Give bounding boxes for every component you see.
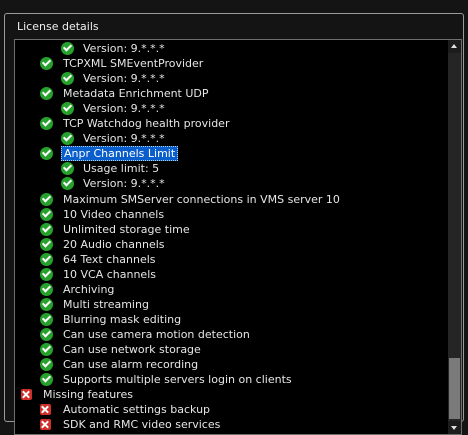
license-feature-row[interactable]: 10 VCA channels bbox=[15, 267, 448, 282]
license-feature-row[interactable]: Usage limit: 5 bbox=[15, 161, 448, 176]
check-ok-icon bbox=[61, 42, 74, 55]
license-feature-row[interactable]: TCP Watchdog health provider bbox=[15, 116, 448, 131]
check-ok-icon bbox=[40, 297, 53, 311]
check-ok-icon bbox=[40, 57, 53, 71]
feature-label: TCP Watchdog health provider bbox=[63, 117, 230, 131]
license-feature-row[interactable]: Can use alarm recording bbox=[15, 357, 448, 372]
feature-label: Multi streaming bbox=[63, 297, 149, 311]
license-tree[interactable]: Version: 9.*.*.* TCPXML SMEventProvider Ve… bbox=[14, 39, 462, 435]
check-ok-icon bbox=[40, 207, 53, 221]
license-feature-row[interactable]: TCPXML SMEventProvider bbox=[15, 56, 448, 71]
feature-label: 10 VCA channels bbox=[63, 267, 156, 281]
tree-rows: Version: 9.*.*.* TCPXML SMEventProvider Ve… bbox=[15, 40, 448, 434]
license-feature-row[interactable]: Unlimited storage time bbox=[15, 222, 448, 237]
missing-x-icon bbox=[40, 404, 51, 416]
feature-label: Metadata Enrichment UDP bbox=[63, 87, 209, 101]
license-feature-row[interactable]: Version: 9.*.*.* bbox=[15, 71, 448, 86]
check-ok-icon bbox=[40, 358, 53, 372]
check-ok-icon bbox=[40, 267, 53, 281]
license-feature-row[interactable]: Version: 9.*.*.* bbox=[15, 41, 448, 56]
check-ok-icon bbox=[40, 312, 53, 326]
check-ok-icon bbox=[40, 147, 53, 161]
selected-feature-label: Anpr Channels Limit bbox=[61, 146, 179, 162]
feature-label: Can use network storage bbox=[63, 343, 201, 356]
check-ok-icon bbox=[40, 327, 53, 341]
missing-feature-row[interactable]: Automatic settings backup bbox=[15, 402, 448, 417]
license-feature-row[interactable]: Metadata Enrichment UDP bbox=[15, 86, 448, 101]
check-ok-icon bbox=[61, 162, 74, 176]
license-feature-row[interactable]: Version: 9.*.*.* bbox=[15, 101, 448, 116]
license-feature-row[interactable]: 10 Video channels bbox=[15, 207, 448, 222]
check-ok-icon bbox=[61, 132, 74, 146]
missing-feature-row[interactable]: Missing features bbox=[15, 387, 448, 402]
feature-label: Version: 9.*.*.* bbox=[83, 42, 165, 55]
license-feature-row[interactable]: Version: 9.*.*.* bbox=[15, 176, 448, 191]
feature-label: Can use camera motion detection bbox=[63, 327, 250, 341]
feature-label: 20 Audio channels bbox=[63, 237, 165, 251]
check-ok-icon bbox=[40, 282, 53, 296]
check-ok-icon bbox=[40, 343, 53, 356]
feature-label: Can use alarm recording bbox=[63, 358, 199, 372]
scroll-thumb[interactable] bbox=[449, 358, 460, 419]
check-ok-icon bbox=[61, 72, 74, 86]
feature-label: Missing features bbox=[43, 388, 133, 402]
feature-label: Supports multiple servers login on clien… bbox=[63, 373, 292, 387]
license-feature-row[interactable]: 64 Text channels bbox=[15, 252, 448, 267]
check-ok-icon bbox=[61, 102, 74, 116]
missing-x-icon bbox=[21, 389, 32, 401]
feature-label: Archiving bbox=[63, 282, 115, 296]
license-feature-row[interactable]: Multi streaming bbox=[15, 297, 448, 312]
feature-label: Automatic settings backup bbox=[63, 403, 211, 417]
license-feature-row[interactable]: Anpr Channels Limit bbox=[15, 146, 448, 162]
check-ok-icon bbox=[40, 237, 53, 251]
feature-label: Blurring mask editing bbox=[63, 312, 182, 326]
check-ok-icon bbox=[61, 177, 74, 191]
license-feature-row[interactable]: 20 Audio channels bbox=[15, 237, 448, 252]
feature-label: Version: 9.*.*.* bbox=[83, 102, 165, 116]
license-feature-row[interactable]: Can use camera motion detection bbox=[15, 327, 448, 342]
feature-label: TCPXML SMEventProvider bbox=[63, 57, 204, 71]
check-ok-icon bbox=[40, 373, 53, 387]
license-feature-row[interactable]: Can use network storage bbox=[15, 342, 448, 357]
check-ok-icon bbox=[40, 192, 53, 206]
license-feature-row[interactable]: Version: 9.*.*.* bbox=[15, 131, 448, 146]
feature-label: 64 Text channels bbox=[63, 252, 156, 266]
feature-label: 10 Video channels bbox=[63, 207, 165, 221]
check-ok-icon bbox=[40, 252, 53, 266]
feature-label: Maximum SMServer connections in VMS serv… bbox=[63, 192, 340, 206]
license-details-group: License details Version: 9.*.*.* TCPXML S… bbox=[4, 13, 464, 435]
license-feature-row[interactable]: Maximum SMServer connections in VMS serv… bbox=[15, 192, 448, 207]
feature-label: Version: 9.*.*.* bbox=[83, 132, 165, 146]
check-ok-icon bbox=[40, 222, 53, 236]
license-feature-row[interactable]: Blurring mask editing bbox=[15, 312, 448, 327]
check-ok-icon bbox=[40, 117, 53, 131]
feature-label: Usage limit: 5 bbox=[83, 162, 160, 176]
license-feature-row[interactable]: Supports multiple servers login on clien… bbox=[15, 372, 448, 387]
scroll-track[interactable] bbox=[448, 53, 461, 421]
license-feature-row[interactable]: Archiving bbox=[15, 282, 448, 297]
feature-label: Version: 9.*.*.* bbox=[83, 177, 165, 191]
feature-label: Unlimited storage time bbox=[63, 222, 190, 236]
feature-label: Version: 9.*.*.* bbox=[83, 72, 165, 86]
group-title: License details bbox=[15, 20, 101, 33]
scroll-up-arrow-icon[interactable] bbox=[448, 40, 461, 53]
vertical-scrollbar[interactable] bbox=[448, 40, 461, 434]
check-ok-icon bbox=[40, 87, 53, 101]
scroll-down-arrow-icon[interactable] bbox=[448, 421, 461, 434]
